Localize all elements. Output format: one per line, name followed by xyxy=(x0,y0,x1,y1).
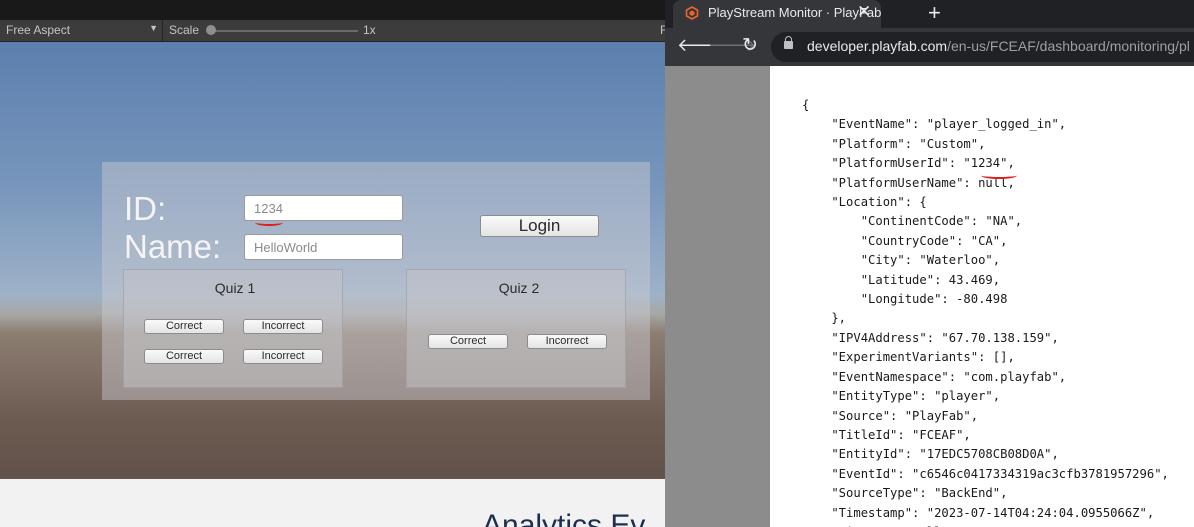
json-line: "PlatformUserId": "1234", xyxy=(831,156,1015,171)
json-line: "EventId": "c6546c0417334319ac3cfb378195… xyxy=(831,466,1169,481)
scale-label: Scale xyxy=(169,23,200,37)
tab-close-icon[interactable]: ✕ xyxy=(857,2,871,22)
json-line: "EntityId": "17EDC5708CB08D0A", xyxy=(831,447,1059,462)
json-line: "PlatformUserName": null, xyxy=(831,175,1015,190)
json-line: "Source": "PlayFab", xyxy=(831,408,979,423)
json-line: "EventName": "player_logged_in", xyxy=(831,117,1067,132)
json-line: "SourceType": "BackEnd", xyxy=(831,486,1008,501)
tab-strip: PlayStream Monitor · PlayFab ✕ + xyxy=(665,0,1194,28)
json-line: "ContinentCode": "NA", xyxy=(860,214,1023,229)
quiz1-title: Quiz 1 xyxy=(214,280,256,296)
url-path: /en-us/FCEAF/dashboard/monitoring/pl xyxy=(947,38,1190,54)
annotation-underline xyxy=(255,219,283,226)
name-input[interactable]: HelloWorld xyxy=(244,234,403,260)
login-button[interactable]: Login xyxy=(480,215,599,237)
aspect-dropdown[interactable]: Free Aspect ▼ xyxy=(0,20,163,41)
json-line: "CountryCode": "CA", xyxy=(860,233,1008,248)
reload-icon[interactable]: ↻ xyxy=(742,34,758,57)
quiz1-correct-button-2[interactable]: Correct xyxy=(144,349,224,364)
annotation-underline xyxy=(981,172,1017,179)
quiz2-title: Quiz 2 xyxy=(498,280,540,296)
background-heading-text: Analytics Ev xyxy=(482,509,646,527)
json-line: "IPV4Address": "67.70.138.159", xyxy=(831,330,1059,345)
new-tab-icon[interactable]: + xyxy=(928,0,941,26)
unity-game-view: Free Aspect ▼ Scale 1x F Analytics Ev ID… xyxy=(0,0,665,527)
quiz2-incorrect-button[interactable]: Incorrect xyxy=(527,334,607,349)
navigation-bar: 🡐 🡒 ↻ developer.playfab.com/en-us/FCEAF/… xyxy=(665,28,1194,66)
id-label: ID: xyxy=(124,190,167,227)
browser-window: PlayStream Monitor · PlayFab ✕ + 🡐 🡒 ↻ d… xyxy=(665,0,1194,527)
json-line: }, xyxy=(831,311,847,326)
json-line: "EntityType": "player", xyxy=(831,389,1001,404)
json-line: "Platform": "Custom", xyxy=(831,136,986,151)
url-host: developer.playfab.com xyxy=(807,38,948,54)
dropdown-caret-icon: ▼ xyxy=(149,23,158,33)
page-content: { "EventName": "player_logged_in", "Plat… xyxy=(665,66,1194,527)
lock-icon[interactable] xyxy=(784,36,793,49)
url-text: developer.playfab.com/en-us/FCEAF/dashbo… xyxy=(807,38,1190,54)
json-line: "Timestamp": "2023-07-14T04:24:04.095506… xyxy=(831,505,1155,520)
json-line: "City": "Waterloo", xyxy=(860,253,1001,268)
json-line: "Location": { xyxy=(831,195,927,210)
scale-slider-track[interactable] xyxy=(210,30,358,32)
event-json-view: { "EventName": "player_logged_in", "Plat… xyxy=(802,96,1169,527)
address-bar[interactable]: developer.playfab.com/en-us/FCEAF/dashbo… xyxy=(771,32,1194,62)
json-line: "Latitude": 43.469, xyxy=(860,272,1001,287)
playfab-logo-icon xyxy=(685,6,699,20)
quiz2-correct-button[interactable]: Correct xyxy=(428,334,508,349)
underlying-window-strip: Analytics Ev xyxy=(0,479,665,527)
quiz1-correct-button-1[interactable]: Correct xyxy=(144,319,224,334)
json-line: "Longitude": -80.498 xyxy=(860,292,1008,307)
json-line: "ExperimentVariants": [], xyxy=(831,350,1015,365)
scale-value: 1x xyxy=(363,23,376,37)
json-line: { xyxy=(802,98,810,112)
tab-title: PlayStream Monitor · PlayFab xyxy=(708,5,882,20)
tab-playstream-monitor[interactable]: PlayStream Monitor · PlayFab ✕ xyxy=(673,0,881,28)
quiz1-incorrect-button-1[interactable]: Incorrect xyxy=(243,319,323,334)
scale-slider-thumb[interactable] xyxy=(206,25,216,35)
unity-top-strip xyxy=(0,0,665,20)
game-view-toolbar: Free Aspect ▼ Scale 1x F xyxy=(0,20,665,42)
json-line: "EventNamespace": "com.playfab", xyxy=(831,369,1067,384)
json-line: "TitleId": "FCEAF", xyxy=(831,427,971,442)
name-label: Name: xyxy=(124,228,222,265)
quiz1-incorrect-button-2[interactable]: Incorrect xyxy=(243,349,323,364)
id-input[interactable]: 1234 xyxy=(244,195,403,221)
aspect-dropdown-label: Free Aspect xyxy=(6,23,71,37)
side-panel xyxy=(665,66,770,527)
